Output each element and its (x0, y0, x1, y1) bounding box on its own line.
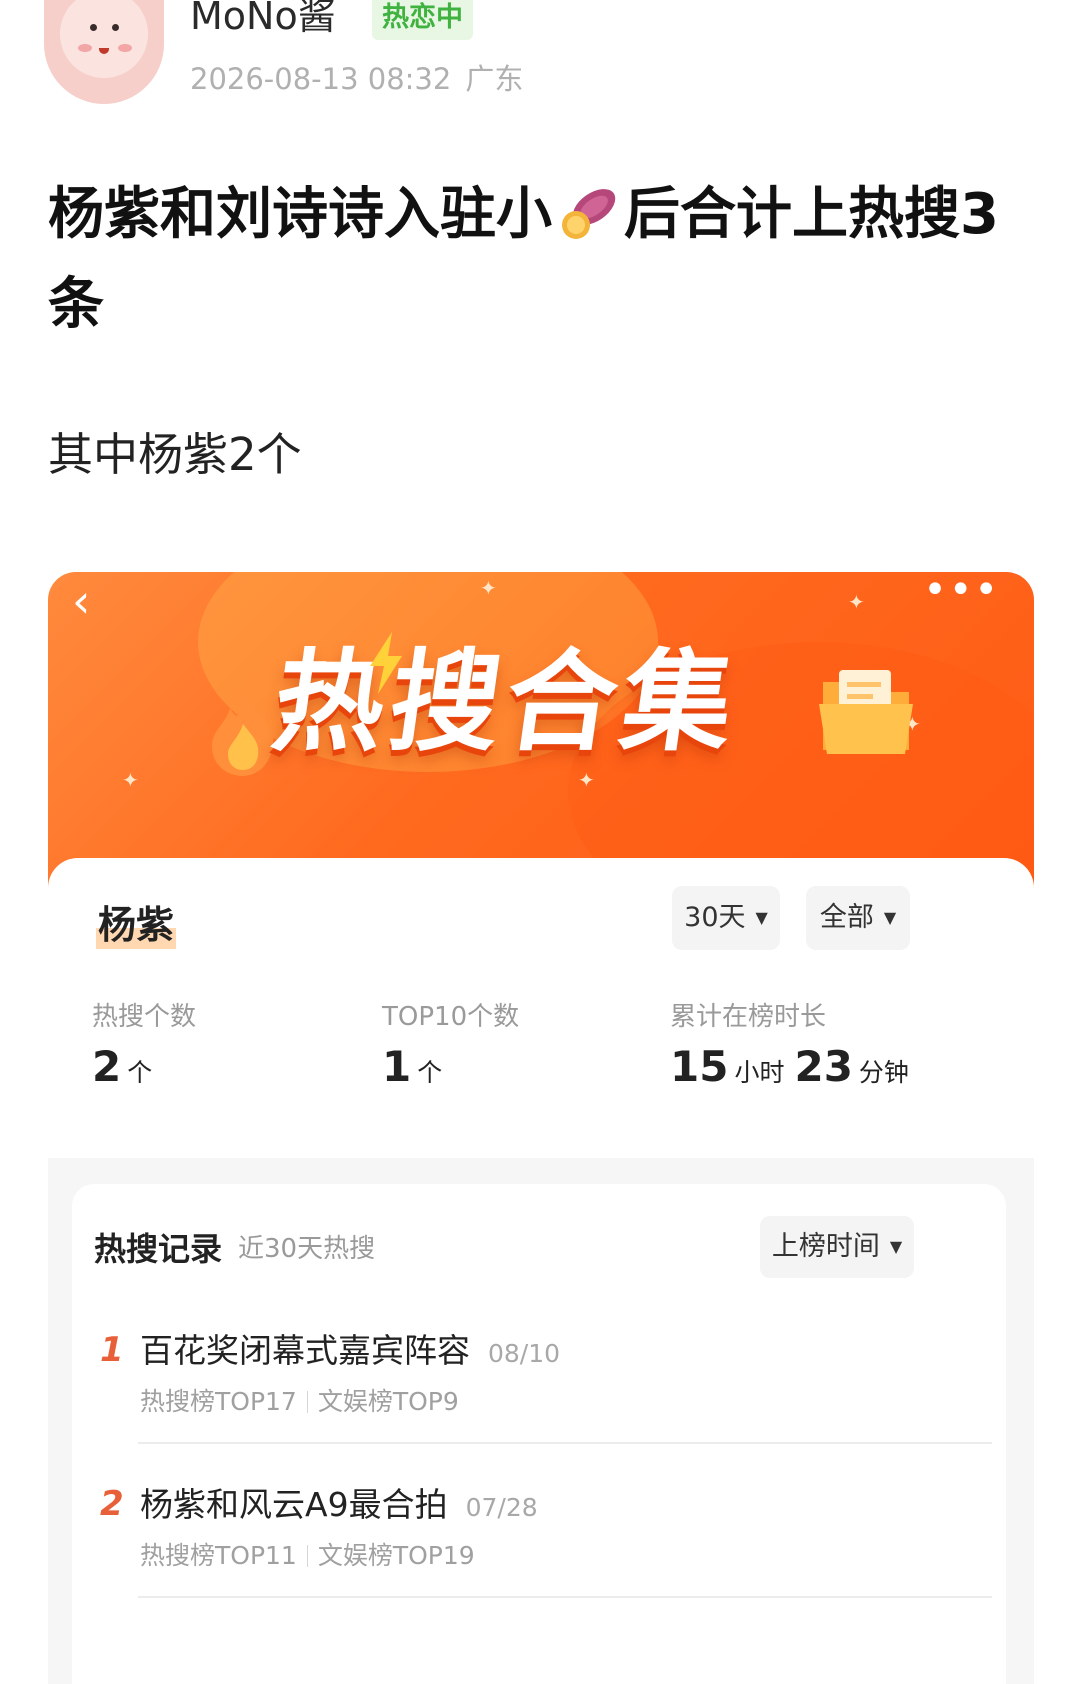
type-filter-label: 全部 (819, 902, 874, 933)
summary-card: 杨紫 30天 ▼ 全部 ▼ 热搜个数 TOP10个数 累计在榜时长 2个 1个 15… (48, 858, 1034, 1158)
sparkle-icon: ✦ (848, 590, 865, 614)
stat-unit: 个 (417, 1058, 443, 1087)
record-date: 08/10 (488, 1339, 561, 1368)
stat-hours-unit: 小时 (734, 1058, 785, 1087)
sparkle-icon: ✦ (480, 576, 497, 600)
status-badge: 热恋中 (372, 0, 473, 40)
stat-label-top10-count: TOP10个数 (382, 1002, 520, 1032)
record-boards: 热搜榜TOP11 文娱榜TOP19 (140, 1536, 475, 1572)
records-title: 热搜记录 (94, 1230, 223, 1268)
stat-number: 2 (92, 1042, 122, 1091)
record-rank: 2 (100, 1484, 124, 1524)
sparkle-icon: ✦ (122, 768, 139, 792)
stat-value-hot-count: 2个 (92, 1042, 162, 1091)
stat-minutes: 23 (794, 1042, 853, 1091)
avatar[interactable] (44, 0, 164, 104)
avatar-eye-left (90, 24, 97, 31)
stat-value-top10-count: 1个 (382, 1042, 452, 1091)
person-name: 杨紫 (96, 894, 177, 949)
stat-unit: 个 (127, 1058, 153, 1087)
embedded-screenshot: ✦ ✦ ✦ ✦ ✦ ‹ ••• 热搜合集 杨紫 30天 ▼ 全部 ▼ 热搜个数 TO… (48, 572, 1034, 1684)
record-rank: 1 (100, 1330, 124, 1370)
stat-label-hot-count: 热搜个数 (92, 1002, 197, 1032)
back-chevron-icon[interactable]: ‹ (72, 578, 90, 624)
records-subtitle: 近30天热搜 (238, 1234, 376, 1264)
caret-down-icon: ▼ (755, 908, 768, 927)
sort-label: 上榜时间 (771, 1231, 880, 1262)
stat-value-duration: 15 小时 23 分钟 (670, 1042, 919, 1091)
range-filter-label: 30天 (684, 902, 746, 933)
type-filter-dropdown[interactable]: 全部 ▼ (806, 886, 910, 950)
divider (306, 1391, 308, 1413)
stat-hours: 15 (670, 1042, 729, 1091)
stat-number: 1 (382, 1042, 412, 1091)
sort-dropdown[interactable]: 上榜时间 ▼ (760, 1216, 914, 1278)
hot-search-banner: ✦ ✦ ✦ ✦ ✦ ‹ ••• 热搜合集 (48, 572, 1034, 942)
caret-down-icon: ▼ (889, 1237, 903, 1256)
caret-down-icon: ▼ (883, 908, 897, 927)
record-title-row: 杨紫和风云A9最合拍 07/28 (140, 1478, 538, 1526)
avatar-eye-right (112, 24, 119, 31)
record-board-ent: 文娱榜TOP9 (317, 1387, 459, 1416)
stat-label-duration: 累计在榜时长 (670, 1002, 827, 1032)
post-meta: 2026-08-13 08:32 广东 (190, 56, 523, 98)
stat-minutes-unit: 分钟 (858, 1058, 909, 1087)
range-filter-dropdown[interactable]: 30天 ▼ (672, 886, 780, 950)
record-title: 百花奖闭幕式嘉宾阵容 (140, 1331, 470, 1370)
record-item[interactable]: 2 杨紫和风云A9最合拍 07/28 热搜榜TOP11 文娱榜TOP19 (72, 1458, 1006, 1618)
username[interactable]: MoNo酱 (190, 0, 336, 38)
sweet-potato-icon (556, 178, 620, 239)
record-board-hot: 热搜榜TOP11 (140, 1541, 297, 1570)
record-item[interactable]: 1 百花奖闭幕式嘉宾阵容 08/10 热搜榜TOP17 文娱榜TOP9 (72, 1304, 1006, 1464)
post-body: 其中杨紫2个 (48, 428, 302, 481)
post-location: 广东 (465, 62, 524, 96)
lightning-icon (366, 632, 406, 698)
divider (306, 1545, 308, 1567)
post-title-part1: 杨紫和刘诗诗入驻小 (48, 182, 552, 247)
record-title: 杨紫和风云A9最合拍 (140, 1485, 448, 1524)
folder-icon (813, 652, 923, 766)
more-dots-icon[interactable]: ••• (923, 572, 1000, 610)
avatar-face (60, 0, 148, 78)
divider (138, 1596, 992, 1598)
record-boards: 热搜榜TOP17 文娱榜TOP9 (140, 1382, 459, 1418)
divider (138, 1442, 992, 1444)
avatar-blush-right (118, 44, 132, 52)
post-title: 杨紫和刘诗诗入驻小 后合计上热搜3条 (48, 170, 1028, 350)
record-board-hot: 热搜榜TOP17 (140, 1387, 297, 1416)
banner-heading: 热搜合集 (265, 638, 748, 766)
avatar-blush-left (78, 44, 92, 52)
record-title-row: 百花奖闭幕式嘉宾阵容 08/10 (140, 1324, 560, 1372)
hot-search-records: 热搜记录 近30天热搜 上榜时间 ▼ 1 百花奖闭幕式嘉宾阵容 08/10 热搜榜T… (72, 1184, 1006, 1684)
record-date: 07/28 (465, 1493, 538, 1522)
post-timestamp: 2026-08-13 08:32 (190, 62, 452, 96)
record-board-ent: 文娱榜TOP19 (317, 1541, 475, 1570)
